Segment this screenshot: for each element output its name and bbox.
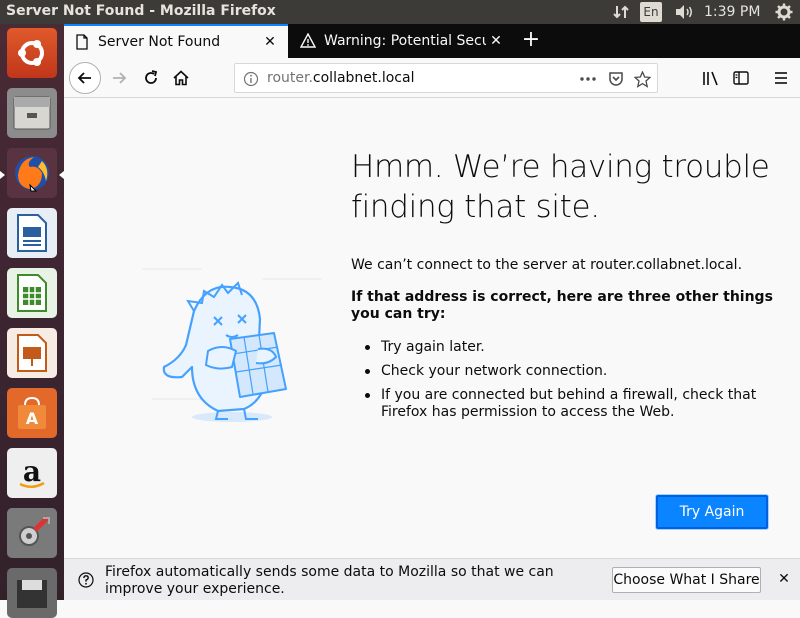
reload-icon <box>145 70 158 84</box>
list-item: Try again later. <box>351 339 771 356</box>
suggestions-list: Try again later. Check your network conn… <box>351 339 771 428</box>
volume-icon[interactable] <box>672 2 696 22</box>
bookmark-star-icon[interactable] <box>633 70 651 88</box>
list-item: Check your network connection. <box>351 363 771 380</box>
close-tab-icon[interactable]: ✕ <box>260 34 280 50</box>
reload-button[interactable] <box>136 63 166 93</box>
tab-warning[interactable]: Warning: Potential Secu ✕ <box>290 24 514 58</box>
firefox-window: Server Not Found ✕ Warning: Potential Se… <box>64 24 800 600</box>
tab-label: Warning: Potential Secu <box>324 33 486 49</box>
libreoffice-impress-icon[interactable] <box>7 328 57 378</box>
help-icon <box>78 572 94 588</box>
forward-button[interactable] <box>104 63 134 93</box>
choose-what-i-share-button[interactable]: Choose What I Share <box>612 567 761 593</box>
back-button[interactable] <box>69 62 101 94</box>
new-tab-button[interactable]: + <box>519 29 543 53</box>
warning-icon <box>300 33 316 49</box>
svg-text:a: a <box>23 455 41 488</box>
library-button[interactable] <box>696 63 726 93</box>
amazon-icon[interactable]: a <box>7 448 57 498</box>
try-again-button[interactable]: Try Again <box>656 495 768 529</box>
software-center-icon[interactable]: A <box>7 388 57 438</box>
error-title: Hmm. We’re having trouble finding that s… <box>351 149 770 225</box>
arrow-right-icon <box>113 72 127 84</box>
list-item: If you are connected but behind a firewa… <box>351 387 771 421</box>
firefox-icon[interactable] <box>7 148 57 198</box>
system-settings-icon[interactable] <box>7 508 57 558</box>
address-bar[interactable]: router.collabnet.local <box>234 63 658 93</box>
network-transfer-icon[interactable] <box>610 2 632 22</box>
error-message: We can’t connect to the server at router… <box>351 257 743 273</box>
data-reporting-notification: Firefox automatically sends some data to… <box>64 558 800 600</box>
error-page: Hmm. We’re having trouble finding that s… <box>64 99 800 558</box>
gear-icon[interactable] <box>774 2 794 22</box>
libreoffice-writer-icon[interactable] <box>7 208 57 258</box>
home-button[interactable] <box>166 63 196 93</box>
library-icon <box>703 71 718 86</box>
notification-text: Firefox automatically sends some data to… <box>105 564 554 597</box>
info-icon[interactable] <box>243 71 259 87</box>
sidebar-button[interactable] <box>726 63 756 93</box>
url-prefix: router. <box>267 70 313 86</box>
close-tab-icon[interactable]: ✕ <box>486 33 506 49</box>
suggestions-intro: If that address is correct, here are thr… <box>351 289 773 322</box>
svg-text:A: A <box>26 409 39 428</box>
menu-button[interactable] <box>766 63 796 93</box>
clock[interactable]: 1:39 PM <box>704 2 760 22</box>
top-panel: Server Not Found - Mozilla Firefox En 1:… <box>0 0 800 24</box>
keyboard-layout-indicator[interactable]: En <box>640 2 662 22</box>
home-icon <box>173 70 189 86</box>
hamburger-menu-icon <box>775 72 787 84</box>
close-icon[interactable]: ✕ <box>776 571 792 587</box>
arrow-left-icon <box>77 72 91 84</box>
sidebar-icon <box>733 71 749 85</box>
page-icon <box>74 34 90 50</box>
tab-server-not-found[interactable]: Server Not Found ✕ <box>64 24 288 58</box>
running-indicator <box>0 171 5 179</box>
page-actions-icon[interactable] <box>579 70 597 88</box>
launcher: A a <box>0 24 64 618</box>
floppy-save-icon[interactable] <box>7 568 57 618</box>
dinosaur-illustration <box>132 239 332 433</box>
ubuntu-dash-icon[interactable] <box>7 28 57 78</box>
pocket-icon[interactable] <box>607 70 625 88</box>
files-icon[interactable] <box>7 88 57 138</box>
tab-strip: Server Not Found ✕ Warning: Potential Se… <box>64 24 800 58</box>
tab-label: Server Not Found <box>98 34 221 50</box>
window-title: Server Not Found - Mozilla Firefox <box>6 3 276 19</box>
url-domain: collabnet.local <box>312 70 415 86</box>
libreoffice-calc-icon[interactable] <box>7 268 57 318</box>
navigation-toolbar: router.collabnet.local <box>64 58 800 98</box>
url-text[interactable]: router.collabnet.local <box>267 70 414 86</box>
